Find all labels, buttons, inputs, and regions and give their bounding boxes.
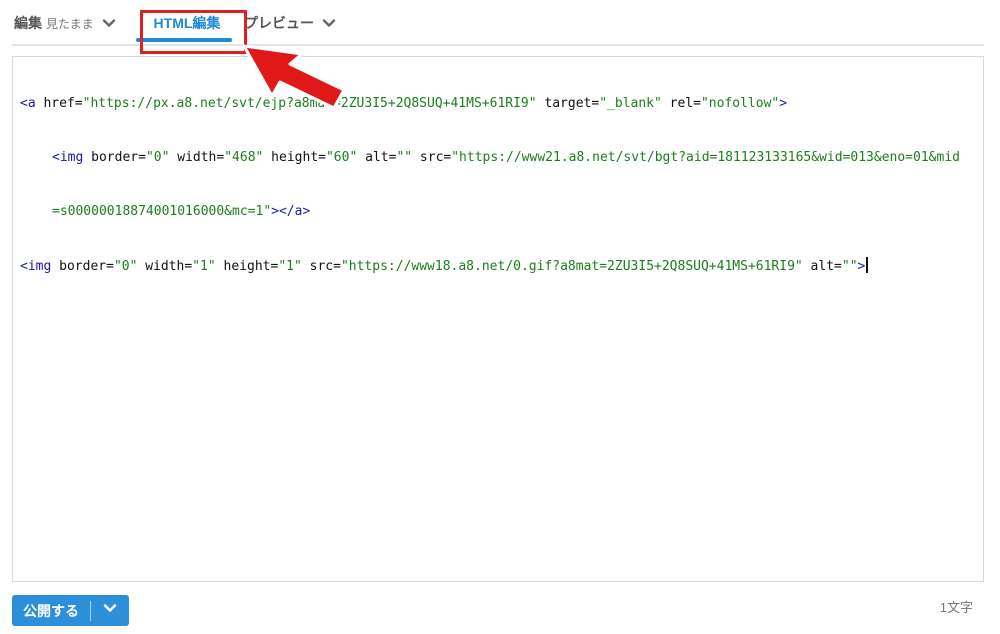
code-token-str: "nofollow": [700, 96, 780, 111]
code-token-attr: src=: [301, 259, 341, 274]
code-token-tag: <a: [20, 96, 44, 111]
code-token-str: "60": [325, 150, 358, 165]
code-token-attr: border=: [91, 150, 146, 165]
tab-edit-label: 編集: [14, 15, 42, 31]
code-token-attr: border=: [59, 259, 114, 274]
code-token-tag: <img: [52, 150, 92, 165]
code-token-str: "0": [145, 150, 170, 165]
tab-visual-edit[interactable]: 編集 見たまま: [14, 8, 116, 38]
code-content: <a href="https://px.a8.net/svt/ejp?a8mat…: [20, 59, 978, 311]
code-token-str: "_blank": [599, 96, 662, 111]
code-line-3: =s00000018874001016000&mc=1"></a>: [20, 203, 978, 221]
code-token-attr: src=: [412, 150, 452, 165]
code-token-attr: height=: [215, 259, 279, 274]
character-count: 1文字: [939, 600, 973, 615]
tab-preview-label: プレビュー: [244, 15, 314, 31]
code-line-1: <a href="https://px.a8.net/svt/ejp?a8mat…: [20, 95, 978, 113]
code-token-attr: width=: [137, 259, 193, 274]
chevron-down-icon: [103, 601, 117, 620]
code-token-str: "": [396, 150, 413, 165]
code-token-str: "1": [278, 259, 302, 274]
text-cursor: [866, 257, 869, 273]
code-token-str: "468": [224, 150, 264, 165]
code-line-4: <img border="0" width="1" height="1" src…: [20, 257, 978, 275]
code-token-attr: href=: [43, 96, 83, 111]
code-token-tag: >: [857, 259, 866, 274]
code-token-attr: alt=: [802, 259, 842, 274]
code-token-tag: ></a>: [271, 204, 311, 219]
code-token-attr: target=: [536, 96, 600, 111]
tab-preview[interactable]: プレビュー: [244, 8, 336, 38]
publish-button[interactable]: 公開する: [12, 601, 90, 621]
red-arrow-annotation: [242, 44, 346, 110]
code-token-attr: rel=: [661, 96, 701, 111]
chevron-down-icon[interactable]: [322, 16, 336, 30]
code-token-str: "1": [192, 259, 216, 274]
code-token-str: "https://www21.a8.net/svt/bgt?aid=181123…: [451, 150, 960, 165]
publish-button-group: 公開する: [12, 595, 129, 626]
chevron-down-icon[interactable]: [102, 16, 116, 30]
code-token-attr: height=: [263, 150, 326, 165]
tab-edit-mode: 見たまま: [46, 16, 94, 31]
code-token-tag: <img: [20, 259, 60, 274]
code-token-attr: width=: [169, 150, 225, 165]
code-token-tag: >: [779, 96, 788, 111]
code-token-str: "https://www18.a8.net/0.gif?a8mat=2ZU3I5…: [340, 259, 803, 274]
code-line-2: <img border="0" width="468" height="60" …: [20, 149, 978, 167]
code-token-str: "0": [113, 259, 138, 274]
html-editor-textarea[interactable]: <a href="https://px.a8.net/svt/ejp?a8mat…: [12, 56, 984, 582]
code-token-str: =s00000018874001016000&mc=1": [52, 204, 272, 219]
publish-options-button[interactable]: [91, 601, 129, 620]
code-token-str: "": [841, 259, 858, 274]
code-token-attr: alt=: [357, 150, 397, 165]
highlight-box: [140, 10, 247, 54]
